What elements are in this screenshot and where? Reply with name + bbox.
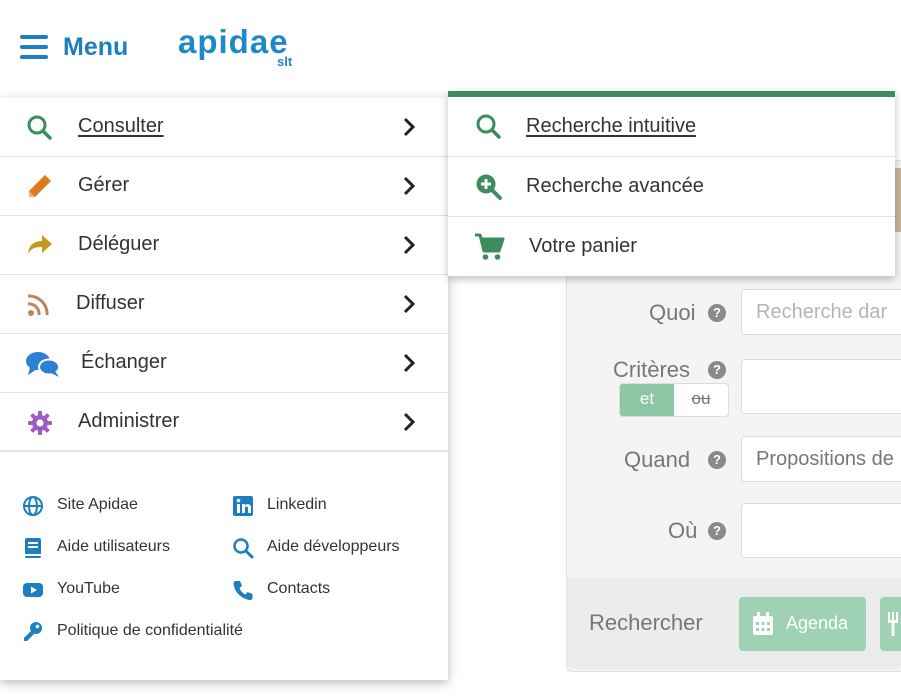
- hamburger-menu-icon[interactable]: [20, 35, 48, 59]
- gear-icon: [25, 409, 55, 437]
- phone-icon: [232, 579, 254, 601]
- book-icon: [22, 537, 44, 559]
- quoi-help-icon[interactable]: ?: [708, 304, 726, 322]
- globe-icon: [22, 495, 44, 517]
- chevron-right-icon: [401, 412, 417, 432]
- agenda-button-label: Agenda: [786, 613, 849, 633]
- consulter-submenu: Recherche intuitive Recherche avancée Vo…: [448, 91, 895, 276]
- pencil-icon: [25, 173, 55, 201]
- cart-icon: [474, 232, 505, 262]
- chevron-right-icon: [401, 294, 417, 314]
- menu-item-label: Déléguer: [78, 233, 160, 255]
- menu-item-echanger[interactable]: Échanger: [0, 334, 448, 393]
- search-icon: [25, 114, 55, 142]
- toggle-et[interactable]: et: [620, 384, 674, 416]
- apidae-logo[interactable]: apidae slt: [178, 23, 292, 70]
- share-arrow-icon: [25, 232, 55, 260]
- search-icon: [232, 537, 254, 559]
- submenu-item-label: Recherche intuitive: [526, 115, 697, 137]
- et-ou-toggle[interactable]: et ou: [619, 383, 729, 417]
- linkedin-icon: [232, 495, 254, 517]
- quand-select[interactable]: Propositions de: [741, 436, 901, 482]
- top-header: Menu apidae slt: [0, 0, 901, 95]
- chevron-right-icon: [401, 353, 417, 373]
- ou-help-icon[interactable]: ?: [708, 522, 726, 540]
- quoi-label: Quoi: [649, 300, 696, 325]
- menu-item-administrer[interactable]: Administrer: [0, 393, 448, 452]
- menu-item-label: Échanger: [81, 351, 167, 373]
- chevron-right-icon: [401, 176, 417, 196]
- menu-item-consulter[interactable]: Consulter: [0, 98, 448, 157]
- quoi-input[interactable]: Recherche dar: [741, 289, 901, 335]
- quand-help-icon[interactable]: ?: [708, 451, 726, 469]
- link-label: Linkedin: [267, 496, 327, 513]
- link-label: Politique de confidentialité: [57, 622, 243, 639]
- link-label: Contacts: [267, 580, 331, 597]
- logo-text: apidae: [178, 23, 289, 60]
- criteres-input[interactable]: [741, 359, 901, 414]
- menu-label[interactable]: Menu: [63, 33, 128, 62]
- chat-bubbles-icon: [25, 350, 61, 378]
- ou-input[interactable]: [741, 503, 901, 558]
- link-label: YouTube: [57, 580, 120, 597]
- menu-item-diffuser[interactable]: Diffuser: [0, 275, 448, 334]
- search-icon: [474, 112, 504, 142]
- calendar-icon: [752, 612, 774, 641]
- chevron-right-icon: [401, 235, 417, 255]
- submenu-item-recherche-intuitive[interactable]: Recherche intuitive: [448, 97, 895, 157]
- rechercher-label: Rechercher: [589, 610, 703, 635]
- link-label: Aide développeurs: [267, 538, 400, 555]
- agenda-button[interactable]: Agenda: [739, 597, 866, 651]
- ou-label: Où: [668, 518, 698, 543]
- rss-icon: [25, 291, 55, 319]
- key-icon: [22, 621, 44, 643]
- menu-item-label: Gérer: [78, 174, 130, 196]
- criteres-label: Critères: [613, 357, 691, 382]
- main-dropdown-menu: Consulter Gérer Déléguer Diffuser Échang…: [0, 98, 448, 680]
- menu-item-label: Administrer: [78, 410, 180, 432]
- submenu-item-recherche-avancee[interactable]: Recherche avancée: [448, 157, 895, 217]
- quand-label: Quand: [624, 447, 691, 472]
- submenu-item-label: Votre panier: [529, 235, 637, 257]
- submenu-item-label: Recherche avancée: [526, 175, 704, 197]
- fork-icon: [888, 612, 898, 636]
- restaurant-button[interactable]: [880, 597, 901, 651]
- submenu-item-votre-panier[interactable]: Votre panier: [448, 217, 895, 277]
- menu-item-label: Diffuser: [76, 292, 145, 314]
- link-label: Site Apidae: [57, 496, 138, 513]
- link-label: Aide utilisateurs: [57, 538, 170, 555]
- menu-item-label: Consulter: [78, 115, 164, 137]
- criteres-help-icon[interactable]: ?: [708, 361, 726, 379]
- zoom-in-icon: [474, 172, 504, 202]
- menu-item-deleguer[interactable]: Déléguer: [0, 216, 448, 275]
- chevron-right-icon: [401, 117, 417, 137]
- logo-subtext: slt: [277, 54, 293, 69]
- toggle-ou[interactable]: ou: [674, 384, 728, 416]
- menu-item-gerer[interactable]: Gérer: [0, 157, 448, 216]
- youtube-icon: [22, 579, 44, 601]
